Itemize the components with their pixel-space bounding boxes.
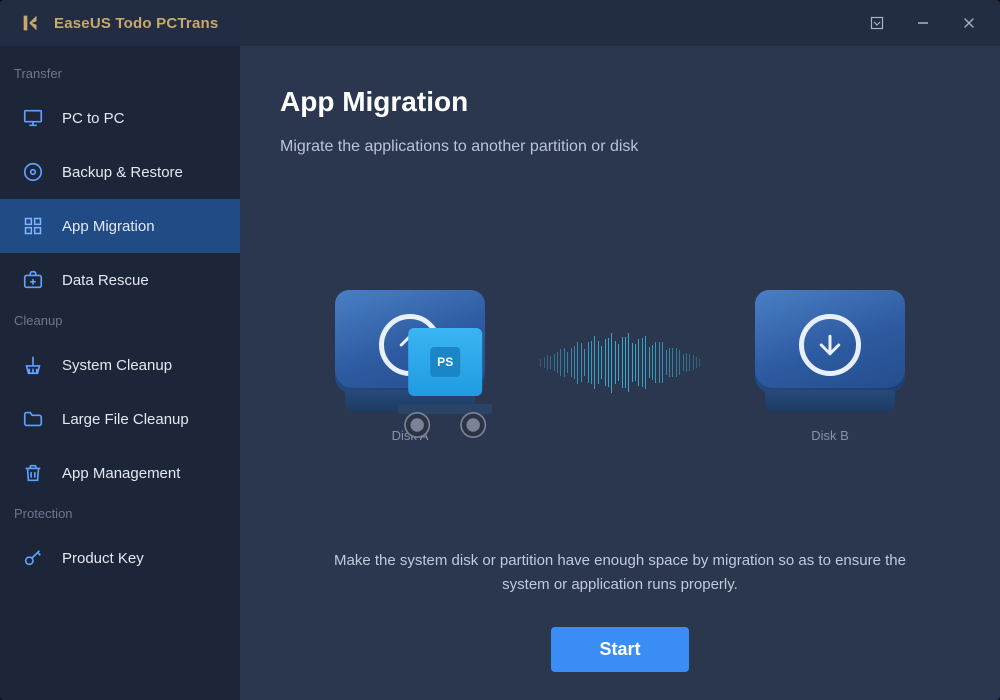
start-button[interactable]: Start bbox=[551, 627, 688, 672]
broom-icon bbox=[22, 354, 44, 376]
monitor-icon bbox=[22, 107, 44, 129]
sidebar-item-product-key[interactable]: Product Key bbox=[0, 531, 240, 585]
sidebar-item-label: System Cleanup bbox=[62, 357, 172, 374]
target-drive-graphic bbox=[755, 282, 905, 412]
sidebar-section-protection: Protection bbox=[0, 500, 240, 531]
app-logo: EaseUS Todo PCTrans bbox=[20, 12, 218, 34]
sidebar-item-pc-to-pc[interactable]: PC to PC bbox=[0, 91, 240, 145]
cart-graphic: PS bbox=[390, 328, 500, 438]
app-title: EaseUS Todo PCTrans bbox=[54, 15, 218, 32]
sidebar-item-app-migration[interactable]: App Migration bbox=[0, 199, 240, 253]
source-drive-graphic: PS bbox=[335, 282, 485, 412]
disc-icon bbox=[22, 161, 44, 183]
grid-icon bbox=[22, 215, 44, 237]
medkit-icon bbox=[22, 269, 44, 291]
window-dropdown-button[interactable] bbox=[854, 0, 900, 46]
sidebar-item-label: Product Key bbox=[62, 550, 144, 567]
window-minimize-button[interactable] bbox=[900, 0, 946, 46]
key-icon bbox=[22, 547, 44, 569]
app-box: PS bbox=[408, 328, 482, 396]
sidebar-item-label: Backup & Restore bbox=[62, 164, 183, 181]
sidebar-section-cleanup: Cleanup bbox=[0, 307, 240, 338]
folder-icon bbox=[22, 408, 44, 430]
page-description: Make the system disk or partition have e… bbox=[280, 549, 960, 597]
trash-icon bbox=[22, 462, 44, 484]
download-arrow-icon bbox=[799, 314, 861, 376]
sidebar: Transfer PC to PC Backup & Restore App M… bbox=[0, 46, 240, 700]
sidebar-section-transfer: Transfer bbox=[0, 60, 240, 91]
sidebar-item-label: App Management bbox=[62, 465, 180, 482]
sidebar-item-label: Large File Cleanup bbox=[62, 411, 189, 428]
sidebar-item-data-rescue[interactable]: Data Rescue bbox=[0, 253, 240, 307]
page-title: App Migration bbox=[280, 86, 960, 118]
app-box-label: PS bbox=[430, 347, 460, 377]
sidebar-item-large-file-cleanup[interactable]: Large File Cleanup bbox=[0, 392, 240, 446]
target-disk-label: Disk B bbox=[811, 428, 849, 443]
app-window: EaseUS Todo PCTrans Transfer PC to PC bbox=[0, 0, 1000, 700]
sidebar-item-label: Data Rescue bbox=[62, 272, 149, 289]
logo-icon bbox=[20, 12, 42, 34]
page-subtitle: Migrate the applications to another part… bbox=[280, 138, 960, 156]
source-disk-column: PS Disk A bbox=[280, 282, 540, 443]
title-bar: EaseUS Todo PCTrans bbox=[0, 0, 1000, 46]
migration-illustration: PS Disk A bbox=[280, 176, 960, 549]
sidebar-item-app-management[interactable]: App Management bbox=[0, 446, 240, 500]
sidebar-item-backup-restore[interactable]: Backup & Restore bbox=[0, 145, 240, 199]
transfer-wave-graphic bbox=[540, 303, 700, 423]
window-close-button[interactable] bbox=[946, 0, 992, 46]
sidebar-item-label: PC to PC bbox=[62, 110, 125, 127]
main-panel: App Migration Migrate the applications t… bbox=[240, 46, 1000, 700]
target-disk-column: Disk B bbox=[700, 282, 960, 443]
sidebar-item-system-cleanup[interactable]: System Cleanup bbox=[0, 338, 240, 392]
sidebar-item-label: App Migration bbox=[62, 218, 155, 235]
